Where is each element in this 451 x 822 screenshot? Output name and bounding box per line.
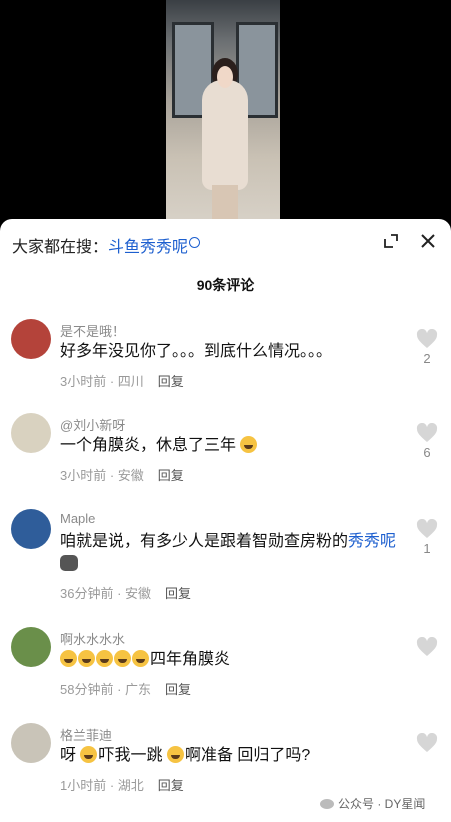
avatar[interactable] <box>11 319 51 359</box>
heart-icon[interactable] <box>416 733 438 753</box>
comment-username[interactable]: 格兰菲迪 <box>60 725 112 744</box>
comment-search-link[interactable]: 秀秀呢 <box>348 533 396 550</box>
comment-item: @刘小新呀 一个角膜炎，休息了三年 3小时前 · 安徽 回复 6 <box>0 409 451 489</box>
comment-text-part: 呀 <box>60 747 77 764</box>
comment-item: 是不是哦！ 好多年没见你了。。。到底什么情况。。。 3小时前 · 四川 回复 2 <box>0 315 451 395</box>
comment-text: 一个角膜炎，休息了三年 <box>60 435 400 457</box>
comment-count: 90条评论 <box>196 277 255 293</box>
laughing-emoji-icon <box>78 650 95 667</box>
search-query-link[interactable]: 斗鱼秀秀呢 <box>108 239 188 256</box>
heart-icon[interactable] <box>416 423 438 443</box>
laughing-emoji-icon <box>114 650 131 667</box>
video-thumbnail <box>166 0 280 225</box>
comment-text-part: 啊准备 回归了吗? <box>184 747 311 764</box>
comment-text-part: 吓我一跳 <box>98 747 163 764</box>
reply-button[interactable]: 回复 <box>158 374 184 389</box>
laughing-emoji-icon <box>132 650 149 667</box>
comment-text-content: 四年角膜炎 <box>150 651 231 668</box>
reply-button[interactable]: 回复 <box>158 468 184 483</box>
search-icon <box>189 237 201 248</box>
cat-emoji-icon <box>60 555 78 571</box>
watermark-text: 公众号 · DY星闻 <box>338 797 426 811</box>
comment-text-content: 一个角膜炎，休息了三年 <box>60 437 237 454</box>
comment-meta: 3小时前 · 安徽 回复 <box>60 465 184 484</box>
avatar[interactable] <box>11 627 51 667</box>
avatar[interactable] <box>11 723 51 763</box>
comment-item: Maple 咱就是说，有多少人是跟着智勋查房粉的秀秀呢 36分钟前 · 安徽 回复… <box>0 505 451 605</box>
comment-sheet: 大家都在搜：斗鱼秀秀呢 90条评论 是不是哦！ 好多年没见你了。。。到底什么情况… <box>0 219 451 822</box>
comment-meta: 58分钟前 · 广东 回复 <box>60 679 191 698</box>
comment-meta: 36分钟前 · 安徽 回复 <box>60 583 191 602</box>
video-player[interactable] <box>0 0 451 230</box>
comment-time-location: 3小时前 · 四川 <box>60 374 144 389</box>
comment-item: 格兰菲迪 呀 吓我一跳 啊准备 回归了吗? 1小时前 · 湖北 回复 <box>0 719 451 799</box>
laughing-emoji-icon <box>80 746 98 763</box>
close-icon[interactable] <box>418 231 438 251</box>
expand-icon[interactable] <box>383 233 399 249</box>
watermark: 公众号 · DY星闻 <box>320 795 425 812</box>
avatar[interactable] <box>11 413 51 453</box>
comment-meta: 3小时前 · 四川 回复 <box>60 371 184 390</box>
like-count: 1 <box>423 541 431 556</box>
comment-time-location: 1小时前 · 湖北 <box>60 778 144 793</box>
comment-time-location: 3小时前 · 安徽 <box>60 468 144 483</box>
like-count: 2 <box>423 351 431 366</box>
like-count: 6 <box>423 445 431 460</box>
reply-button[interactable]: 回复 <box>158 778 184 793</box>
comment-text-content: 咱就是说，有多少人是跟着智勋查房粉的 <box>60 533 349 550</box>
comment-username[interactable]: 啊水水水水 <box>60 629 125 648</box>
comment-item: 啊水水水水 四年角膜炎 58分钟前 · 广东 回复 <box>0 623 451 703</box>
comment-text: 好多年没见你了。。。到底什么情况。。。 <box>60 343 333 360</box>
laughing-emoji-icon <box>60 650 77 667</box>
crying-emoji-icon <box>240 436 258 453</box>
reply-button[interactable]: 回复 <box>165 682 191 697</box>
person-coat <box>202 80 248 190</box>
comment-time-location: 58分钟前 · 广东 <box>60 682 152 697</box>
search-prefix: 大家都在搜： <box>12 239 109 256</box>
comment-username[interactable]: Maple <box>60 511 95 526</box>
wechat-icon <box>320 799 334 809</box>
comment-text: 咱就是说，有多少人是跟着智勋查房粉的秀秀呢 <box>60 531 400 575</box>
search-suggestion[interactable]: 大家都在搜：斗鱼秀秀呢 <box>12 233 201 257</box>
heart-icon[interactable] <box>416 637 438 657</box>
person-face <box>217 66 233 88</box>
laughing-emoji-icon <box>96 650 113 667</box>
laughing-emoji-icon <box>166 746 184 763</box>
avatar[interactable] <box>11 509 51 549</box>
reply-button[interactable]: 回复 <box>165 586 191 601</box>
comment-time-location: 36分钟前 · 安徽 <box>60 586 152 601</box>
comment-text: 四年角膜炎 <box>60 649 400 671</box>
comment-meta: 1小时前 · 湖北 回复 <box>60 775 184 794</box>
comment-username[interactable]: @刘小新呀 <box>60 415 125 434</box>
heart-icon[interactable] <box>416 329 438 349</box>
heart-icon[interactable] <box>416 519 438 539</box>
comment-username[interactable]: 是不是哦！ <box>60 321 125 340</box>
comment-text: 呀 吓我一跳 啊准备 回归了吗? <box>60 745 400 767</box>
